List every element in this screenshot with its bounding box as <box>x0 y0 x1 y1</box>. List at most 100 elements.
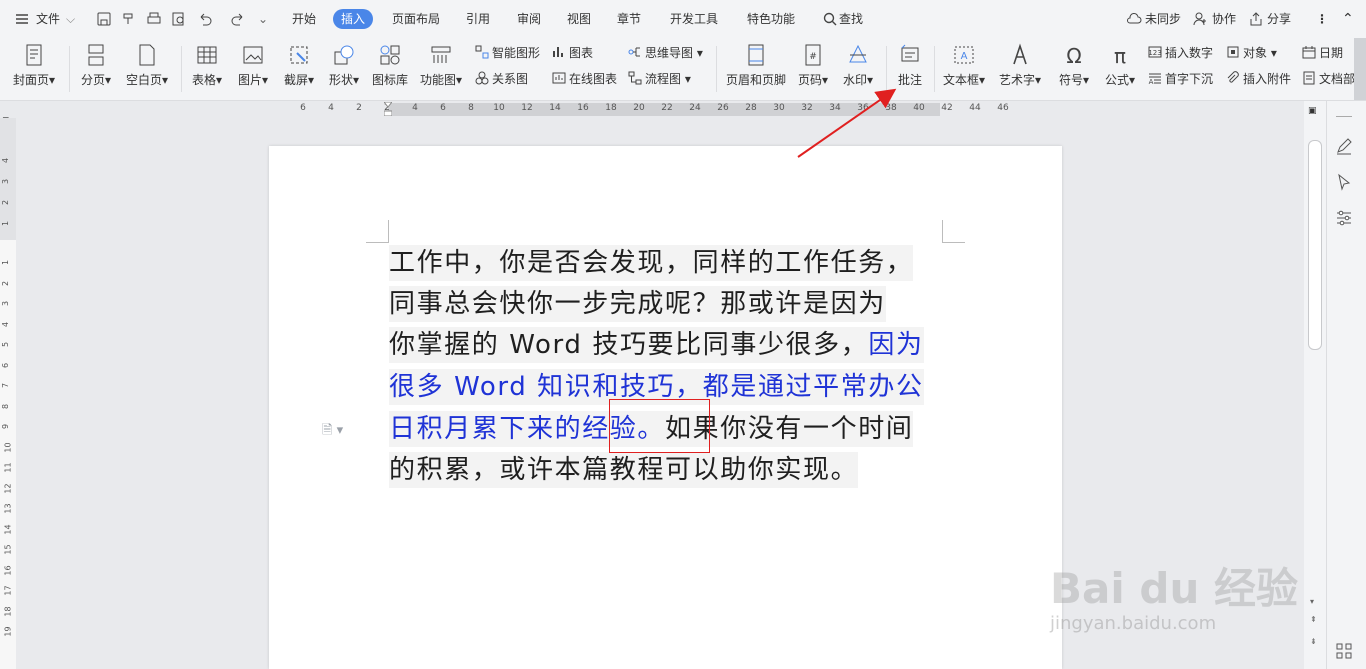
ruler-tick-label: 44 <box>969 103 981 113</box>
online-chart-label: 在线图表 <box>569 72 618 86</box>
insert-attachment-label: 插入附件 <box>1243 72 1292 86</box>
tab-developer[interactable]: 开发工具 <box>670 0 718 38</box>
relation-chart-button[interactable]: 关系图 <box>475 70 528 88</box>
icon-library-label: 图标库 <box>371 73 408 87</box>
drop-cap-button[interactable]: A 首字下沉 <box>1148 70 1213 88</box>
tab-view[interactable]: 视图 <box>567 0 591 38</box>
divider <box>181 46 182 92</box>
mindmap-label: 思维导图 <box>645 46 694 60</box>
document-line[interactable]: 工作中，你是否会发现，同样的工作任务， <box>389 245 914 281</box>
insert-number-button[interactable]: 123 插入数字 <box>1148 44 1213 62</box>
page-break-button[interactable]: 分页▾ <box>76 38 116 100</box>
collapse-ribbon-icon[interactable]: ⌃ <box>1342 0 1354 38</box>
tab-page-layout[interactable]: 页面布局 <box>392 0 440 38</box>
cover-page-button[interactable]: 封面页▾ <box>8 38 60 100</box>
share-button[interactable]: 分享 <box>1267 0 1291 38</box>
chart-button[interactable]: 图表 <box>552 44 593 62</box>
file-dropdown-icon[interactable]: ⌵ <box>66 0 75 38</box>
ruler-tick-label: 4 <box>328 103 334 113</box>
drop-cap-label: 首字下沉 <box>1165 72 1214 86</box>
flowchart-button[interactable]: 流程图 ▾ <box>628 70 691 88</box>
object-icon <box>1226 45 1240 59</box>
menu-bar: 文件 ⌵ ⌄ 开始 插入 页面布局 引用 审阅 视图 章节 开发工具 特色功能 … <box>0 0 1366 38</box>
document-parts-button[interactable]: 文档部 <box>1302 70 1355 88</box>
redo-icon[interactable] <box>230 11 246 27</box>
icon-library-button[interactable]: 图标库 <box>370 38 410 100</box>
next-page-icon[interactable]: ⇟ <box>1310 637 1317 646</box>
tab-insert[interactable]: 插入 <box>333 9 374 29</box>
settings-sliders-icon[interactable] <box>1334 208 1354 228</box>
shape-button[interactable]: 形状▾ <box>325 38 363 100</box>
object-button[interactable]: 对象 ▾ <box>1226 44 1277 62</box>
format-painter-icon[interactable] <box>121 11 137 27</box>
header-footer-button[interactable]: 页眉和页脚 <box>722 38 790 100</box>
textbox-button[interactable]: A 文本框▾ <box>940 38 988 100</box>
wordart-label: 艺术字 <box>998 73 1035 87</box>
omega-symbol-icon: Ω <box>1062 43 1086 68</box>
select-cursor-icon[interactable] <box>1334 172 1354 192</box>
document-line[interactable]: 同事总会快你一步完成呢？那或许是因为 <box>389 286 886 322</box>
blank-page-button[interactable]: 空白页▾ <box>122 38 172 100</box>
vruler-tick-label: 3 <box>1 300 11 307</box>
hamburger-icon[interactable] <box>14 11 30 27</box>
highlighted-text: 因为 <box>868 330 924 360</box>
share-icon[interactable] <box>1248 11 1264 27</box>
search-button[interactable]: 查找 <box>839 0 863 38</box>
function-chart-button[interactable]: 功能图▾ <box>417 38 465 100</box>
textbox-icon: A <box>952 43 976 67</box>
indent-marker-icon[interactable] <box>382 101 394 117</box>
tab-features[interactable]: 特色功能 <box>747 0 795 38</box>
document-line[interactable]: 你掌握的 Word 技巧要比同事少很多，因为 <box>389 327 924 363</box>
search-icon[interactable] <box>822 11 838 27</box>
scrollbar-thumb[interactable] <box>1308 140 1322 350</box>
apps-grid-icon[interactable] <box>1334 641 1354 661</box>
body-text: 的积累，或许本篇教程可以助你实现。 <box>389 455 859 485</box>
print-icon[interactable] <box>146 11 162 27</box>
paragraph-layout-icon[interactable]: 🗎 ▾ <box>322 421 343 443</box>
tab-references[interactable]: 引用 <box>466 0 490 38</box>
document-line[interactable]: 的积累，或许本篇教程可以助你实现。 <box>389 452 859 488</box>
watermark-brand: Bai du 经验 <box>1050 564 1298 613</box>
vruler-tick-label: 17 <box>3 585 13 596</box>
cloud-sync-icon[interactable] <box>1126 11 1142 27</box>
insert-attachment-button[interactable]: 插入附件 <box>1226 70 1291 88</box>
smartart-button[interactable]: 智能图形 <box>475 44 540 62</box>
scroll-down-icon[interactable]: ▾ <box>1310 597 1314 606</box>
file-menu[interactable]: 文件 <box>36 0 60 38</box>
formula-button[interactable]: π 公式▾ <box>1100 38 1140 100</box>
print-preview-icon[interactable] <box>171 11 187 27</box>
online-chart-button[interactable]: 在线图表 <box>552 70 617 88</box>
flowchart-icon <box>628 71 642 85</box>
vruler-tick-label: 4 <box>1 157 11 164</box>
wordart-button[interactable]: 艺术字▾ <box>996 38 1044 100</box>
collaborate-icon[interactable] <box>1192 11 1208 27</box>
ruler-tick-label: 18 <box>605 103 617 113</box>
undo-icon[interactable] <box>197 11 213 27</box>
highlighted-text: 很多 Word 知识和技巧，都是通过平常办公 <box>389 372 924 402</box>
tab-chapter[interactable]: 章节 <box>617 0 641 38</box>
table-button[interactable]: 表格▾ <box>188 38 226 100</box>
screenshot-button[interactable]: 截屏▾ <box>280 38 318 100</box>
mindmap-button[interactable]: 思维导图 ▾ <box>628 44 703 62</box>
vruler-tick-label: 11 <box>3 462 13 473</box>
sync-status[interactable]: 未同步 <box>1145 0 1181 38</box>
symbol-button[interactable]: Ω 符号▾ <box>1054 38 1094 100</box>
ribbon-scroll-right[interactable] <box>1354 38 1366 100</box>
ruler-tick-label: 6 <box>440 103 446 113</box>
tab-review[interactable]: 审阅 <box>517 0 541 38</box>
scroll-up-icon[interactable]: ▣ <box>1308 106 1317 116</box>
vruler-tick-label: 1 <box>1 220 11 227</box>
picture-button[interactable]: 图片▾ <box>234 38 272 100</box>
vertical-ruler[interactable]: 4 3 2 1 1 2 3 4 5 6 7 8 9 10 11 12 13 14 15 16 17 18 19 <box>0 118 16 669</box>
collaborate-button[interactable]: 协作 <box>1212 0 1236 38</box>
edit-pen-icon[interactable] <box>1334 136 1354 156</box>
prev-page-icon[interactable]: ⇞ <box>1310 615 1317 624</box>
vruler-tick-label: 7 <box>1 382 11 389</box>
quick-access-more-icon[interactable]: ⌄ <box>258 0 268 38</box>
ruler-tick-label: 28 <box>745 103 757 113</box>
icon-library-icon <box>378 43 402 67</box>
more-options-icon[interactable]: ⋮ <box>1316 0 1328 38</box>
date-button[interactable]: 日期 <box>1302 44 1343 62</box>
save-icon[interactable] <box>96 11 112 27</box>
tab-home[interactable]: 开始 <box>292 0 316 38</box>
